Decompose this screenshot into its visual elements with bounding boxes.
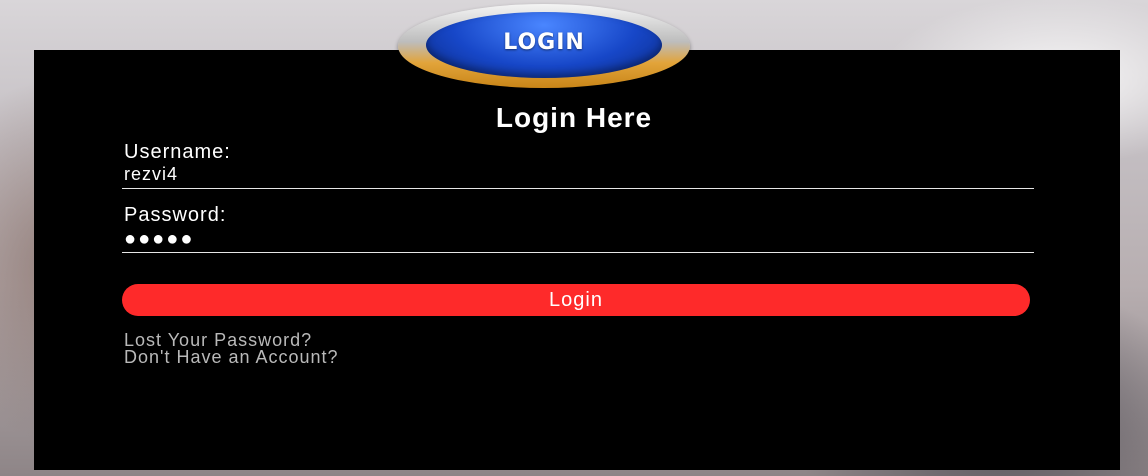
login-badge-text: LOGIN: [503, 29, 585, 55]
password-mask: ●●●●●: [124, 228, 195, 250]
login-button[interactable]: Login: [122, 284, 1030, 316]
login-badge: LOGIN: [398, 4, 690, 88]
username-input[interactable]: [122, 160, 1034, 189]
page-title: Login Here: [495, 102, 653, 133]
no-account-link[interactable]: Don't Have an Account?: [124, 347, 339, 368]
password-input[interactable]: [122, 224, 1034, 253]
login-badge-emblem: LOGIN: [426, 12, 662, 78]
